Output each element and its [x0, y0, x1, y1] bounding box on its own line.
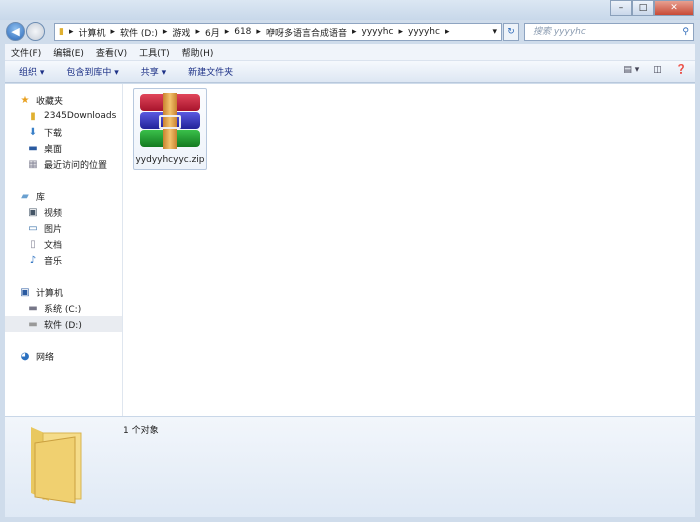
downloads-icon: ⬇	[28, 126, 38, 138]
nav-item-documents[interactable]: ▯ 文档	[5, 236, 122, 252]
nav-item-downloads[interactable]: ⬇ 下载	[5, 124, 122, 140]
menu-edit[interactable]: 编辑(E)	[53, 46, 84, 59]
breadcrumb-item[interactable]: 游戏	[172, 26, 190, 39]
menu-view[interactable]: 查看(V)	[96, 46, 127, 59]
command-bar: 组织 ▾ 包含到库中 ▾ 共享 ▾ 新建文件夹 ▤ ▾ ◫ ❓	[5, 61, 695, 83]
breadcrumb-item[interactable]: yyyyhc	[362, 27, 394, 37]
organize-button[interactable]: 组织 ▾	[19, 65, 44, 78]
nav-item-desktop[interactable]: ▬ 桌面	[5, 140, 122, 156]
file-name: yydyyhcyyc.zip	[135, 155, 205, 165]
title-bar: – □ ✕	[0, 0, 700, 20]
nav-favorites[interactable]: ★ 收藏夹	[5, 92, 122, 108]
navigation-pane: ★ 收藏夹 ▮ 2345Downloads ⬇ 下载 ▬ 桌面 ▦ 最近访问的位置 ▰ 库 …	[5, 84, 123, 416]
address-row: ◀ ▮ ▸ 计算机 ▸ 软件 (D:) ▸ 游戏 ▸ 6月 ▸ 618 ▸ 咿呀多语言合成语…	[6, 22, 694, 42]
breadcrumb-item[interactable]: 6月	[205, 26, 220, 39]
nav-libraries[interactable]: ▰ 库	[5, 188, 122, 204]
library-icon: ▰	[21, 190, 29, 202]
nav-item-music[interactable]: ♪ 音乐	[5, 252, 122, 268]
help-icon[interactable]: ❓	[676, 65, 687, 75]
address-dropdown-icon[interactable]: ▾	[492, 27, 497, 37]
nav-item-pictures[interactable]: ▭ 图片	[5, 220, 122, 236]
recent-places-icon: ▦	[28, 158, 38, 170]
folder-icon	[31, 427, 82, 504]
file-list: yydyyhcyyc.zip	[123, 84, 695, 416]
item-count: 1 个对象	[123, 426, 159, 436]
system-drive-icon: ▬	[28, 302, 38, 314]
refresh-button[interactable]: ↻	[503, 23, 519, 41]
menu-file[interactable]: 文件(F)	[11, 46, 41, 59]
minimize-button[interactable]: –	[610, 0, 632, 16]
pictures-icon: ▭	[28, 222, 38, 234]
nav-computer[interactable]: ▣ 计算机	[5, 284, 122, 300]
drive-icon: ▬	[28, 318, 38, 330]
preview-pane-icon[interactable]: ◫	[653, 65, 662, 75]
search-input[interactable]: 搜索 yyyyhc ⚲	[524, 23, 694, 41]
folder-icon: ▮	[30, 110, 36, 122]
computer-icon: ▣	[20, 286, 30, 298]
address-bar[interactable]: ▮ ▸ 计算机 ▸ 软件 (D:) ▸ 游戏 ▸ 6月 ▸ 618 ▸ 咿呀多语言合成语音 …	[54, 23, 502, 41]
breadcrumb-item[interactable]: 计算机	[78, 26, 105, 39]
view-options-icon[interactable]: ▤ ▾	[623, 65, 639, 75]
winrar-archive-icon	[138, 93, 202, 149]
music-icon: ♪	[29, 254, 37, 266]
back-button[interactable]: ◀	[6, 22, 25, 41]
breadcrumb-item[interactable]: 618	[234, 27, 251, 37]
nav-item-drive-d[interactable]: ▬ 软件 (D:)	[5, 316, 122, 332]
nav-item-drive-c[interactable]: ▬ 系统 (C:)	[5, 300, 122, 316]
nav-network[interactable]: ◕ 网络	[5, 348, 122, 364]
share-button[interactable]: 共享 ▾	[141, 65, 166, 78]
nav-item-2345downloads[interactable]: ▮ 2345Downloads	[5, 108, 122, 124]
details-pane: 1 个对象	[5, 416, 695, 517]
new-folder-button[interactable]: 新建文件夹	[188, 65, 233, 78]
close-button[interactable]: ✕	[654, 0, 694, 16]
search-icon[interactable]: ⚲	[682, 24, 689, 40]
menu-help[interactable]: 帮助(H)	[182, 46, 214, 59]
network-icon: ◕	[20, 350, 30, 362]
desktop-icon: ▬	[28, 142, 38, 154]
include-in-library-button[interactable]: 包含到库中 ▾	[66, 65, 118, 78]
file-item[interactable]: yydyyhcyyc.zip	[133, 88, 207, 170]
document-icon: ▯	[30, 238, 36, 250]
star-icon: ★	[20, 94, 30, 106]
video-icon: ▣	[28, 206, 38, 218]
menu-tools[interactable]: 工具(T)	[139, 46, 170, 59]
breadcrumb-item[interactable]: 软件 (D:)	[120, 26, 158, 39]
nav-item-videos[interactable]: ▣ 视频	[5, 204, 122, 220]
breadcrumb-item[interactable]: yyyyhc	[408, 27, 440, 37]
forward-button[interactable]	[26, 22, 45, 41]
nav-item-recent[interactable]: ▦ 最近访问的位置	[5, 156, 122, 172]
breadcrumb-item[interactable]: 咿呀多语言合成语音	[266, 26, 347, 39]
maximize-button[interactable]: □	[632, 0, 654, 16]
menu-bar: 文件(F) 编辑(E) 查看(V) 工具(T) 帮助(H)	[5, 44, 695, 61]
folder-icon: ▮	[59, 27, 64, 37]
